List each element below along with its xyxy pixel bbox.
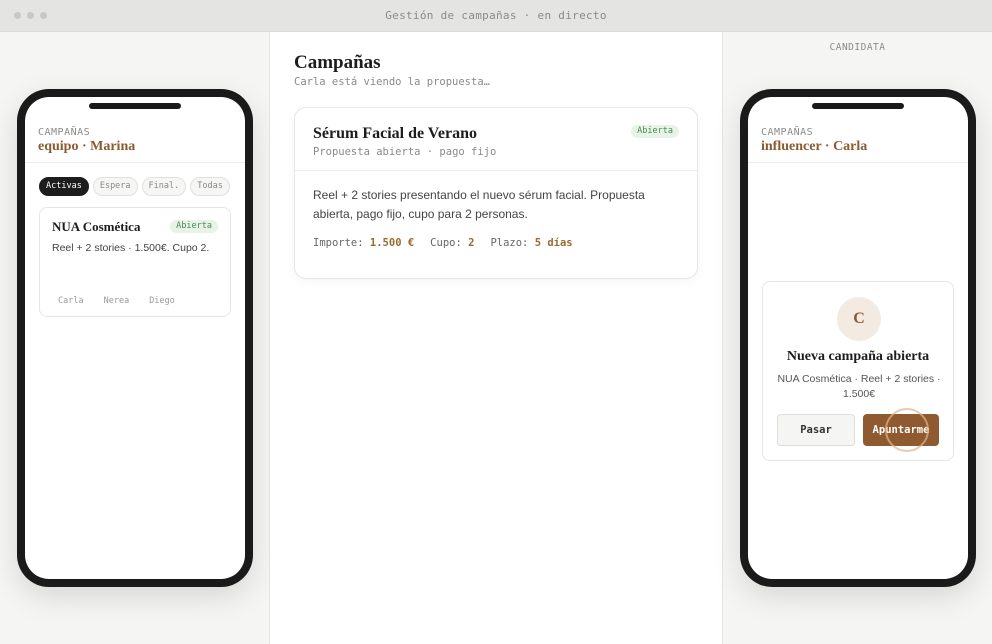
influencer-app-title: influencer · Carla (761, 139, 868, 154)
window-title: Gestión de campañas · en directo (385, 9, 607, 22)
avatar: C (837, 297, 881, 341)
candidate-name: Diego (149, 296, 175, 306)
influencer-phone-screen: CAMPAÑAS influencer · Carla C Nueva camp… (748, 97, 968, 579)
candidate-panel: CANDIDATA CAMPAÑAS influencer · Carla C … (723, 32, 992, 644)
influencer-app-eyebrow: CAMPAÑAS (761, 127, 814, 138)
team-app-header: CAMPAÑAS equipo · Marina (25, 97, 245, 163)
deadline-stat: Plazo: 5 días (490, 237, 572, 249)
quota-stat: Cupo: 2 (430, 237, 474, 249)
influencer-phone: CAMPAÑAS influencer · Carla C Nueva camp… (740, 89, 976, 587)
team-panel: CAMPAÑAS equipo · Marina Activas Espera … (0, 32, 270, 644)
influencer-app-header: CAMPAÑAS influencer · Carla (748, 97, 968, 163)
offer-title: Nueva campaña abierta (786, 349, 930, 364)
campaign-detail-title: Sérum Facial de Verano (313, 125, 477, 142)
amount-value: 1.500 € (369, 237, 415, 249)
filter-chip-espera[interactable]: Espera (92, 177, 138, 196)
candidate-name: Nerea (103, 296, 130, 306)
tap-indicator (885, 408, 929, 452)
amount-stat: Importe: 1.500 € (313, 237, 414, 249)
campaign-card[interactable]: NUA Cosmética Abierta Reel + 2 stories ·… (39, 207, 231, 317)
deadline-value: 5 días (534, 237, 573, 249)
quota-value: 2 (468, 237, 475, 249)
new-campaign-offer: C Nueva campaña abierta NUA Cosmética · … (762, 281, 954, 461)
team-app-title: equipo · Marina (38, 139, 136, 154)
filter-chip-activas[interactable]: Activas (39, 177, 89, 196)
campaign-detail-header: Sérum Facial de Verano Abierta Propuesta… (295, 108, 697, 171)
filter-chip-final[interactable]: Final. (141, 177, 187, 196)
deadline-label: Plazo: (490, 237, 529, 249)
campaign-stats: Importe: 1.500 € Cupo: 2 Plazo: 5 días (313, 237, 573, 249)
campaign-card-description: Reel + 2 stories · 1.500€. Cupo 2. (52, 242, 210, 254)
offer-description: NUA Cosmética · Reel + 2 stories · 1.500… (777, 373, 941, 400)
campaign-card-title: NUA Cosmética (52, 219, 141, 234)
status-badge: Abierta (170, 220, 218, 233)
candidate-list: Carla Nerea Diego (58, 296, 175, 306)
filter-chips: Activas Espera Final. Todas (39, 177, 230, 196)
candidate-name: Carla (58, 296, 84, 306)
status-badge: Abierta (631, 125, 679, 138)
amount-label: Importe: (313, 237, 364, 249)
window-titlebar: Gestión de campañas · en directo (0, 0, 992, 32)
campaign-detail-description: Reel + 2 stories presentando el nuevo sé… (313, 188, 645, 221)
team-phone-screen: CAMPAÑAS equipo · Marina Activas Espera … (25, 97, 245, 579)
campaigns-panel: Campañas Carla está viendo la propuesta…… (270, 32, 723, 644)
quota-label: Cupo: (430, 237, 462, 249)
pass-button[interactable]: Pasar (777, 414, 855, 446)
campaign-detail-subtitle: Propuesta abierta · pago fijo (313, 146, 497, 158)
candidate-panel-label: CANDIDATA (829, 42, 886, 53)
team-phone: CAMPAÑAS equipo · Marina Activas Espera … (17, 89, 253, 587)
filter-chip-todas[interactable]: Todas (190, 177, 230, 196)
team-app-eyebrow: CAMPAÑAS (38, 127, 91, 138)
activity-status: Carla está viendo la propuesta… (294, 76, 490, 88)
campaign-detail-card[interactable]: Sérum Facial de Verano Abierta Propuesta… (294, 107, 698, 279)
page-title: Campañas (294, 52, 381, 73)
